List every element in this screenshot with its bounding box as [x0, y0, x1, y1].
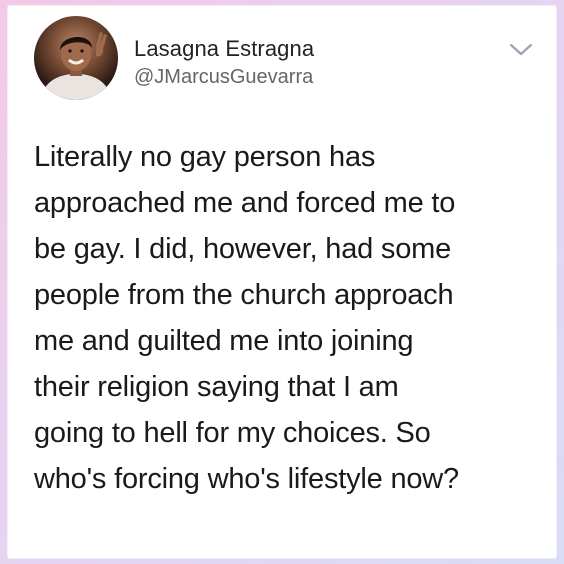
- tweet-card: Lasagna Estragna @JMarcusGuevarra Litera…: [8, 6, 556, 558]
- tweet-header: Lasagna Estragna @JMarcusGuevarra: [34, 16, 534, 116]
- tweet-text: Literally no gay person has approached m…: [34, 141, 459, 495]
- avatar[interactable]: [34, 16, 118, 100]
- avatar-photo-icon: [40, 32, 112, 100]
- author-name[interactable]: Lasagna Estragna: [134, 36, 314, 62]
- author-handle[interactable]: @JMarcusGuevarra: [134, 66, 313, 89]
- chevron-down-icon[interactable]: [508, 42, 534, 58]
